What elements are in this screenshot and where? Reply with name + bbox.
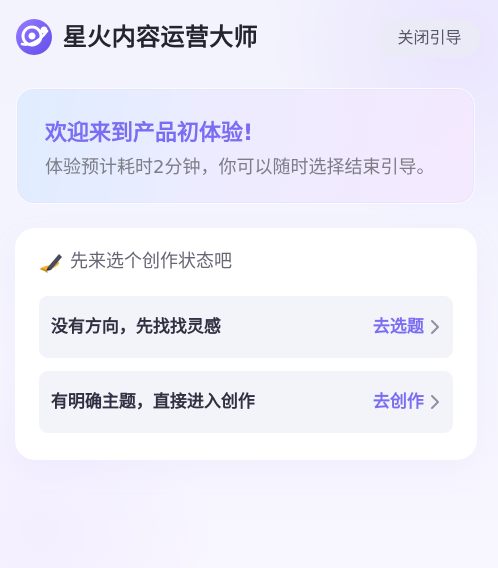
chevron-right-icon <box>431 320 439 334</box>
writing-hand-icon <box>40 254 62 273</box>
creation-mode-heading-text: 先来选个创作状态吧 <box>70 251 232 272</box>
go-create-link[interactable]: 去创作 <box>373 390 440 414</box>
start-creation-label: 有明确主题，直接进入创作 <box>51 392 255 412</box>
welcome-card: 欢迎来到产品初体验! 体验预计耗时2分钟，你可以随时选择结束引导。 <box>16 88 475 204</box>
go-topic-selection-label: 去选题 <box>373 317 424 337</box>
chevron-right-icon <box>431 395 439 409</box>
go-create-label: 去创作 <box>373 392 424 412</box>
go-topic-selection-link[interactable]: 去选题 <box>373 315 440 339</box>
brand: 星火内容运营大师 <box>15 18 258 56</box>
find-inspiration-label: 没有方向，先找找灵感 <box>51 317 221 337</box>
creation-mode-heading: 先来选个创作状态吧 <box>38 248 232 276</box>
start-creation-option[interactable]: 有明确主题，直接进入创作 去创作 <box>39 371 453 433</box>
welcome-subtitle: 体验预计耗时2分钟，你可以随时选择结束引导。 <box>45 157 435 178</box>
top-bar: 星火内容运营大师 关闭引导 <box>15 18 480 60</box>
close-guide-button[interactable]: 关闭引导 <box>379 19 480 57</box>
creation-mode-card: 先来选个创作状态吧 没有方向，先找找灵感 去选题 有明确主题，直接进入创作 去创… <box>15 228 477 460</box>
planet-logo-icon <box>16 19 52 55</box>
welcome-title: 欢迎来到产品初体验! <box>45 121 254 146</box>
find-inspiration-option[interactable]: 没有方向，先找找灵感 去选题 <box>39 296 453 358</box>
app-title: 星火内容运营大师 <box>63 23 259 51</box>
